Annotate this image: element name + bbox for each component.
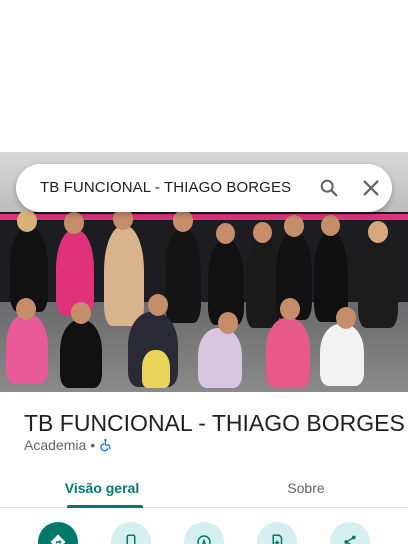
map-blank-area	[0, 0, 408, 152]
tab-overview[interactable]: Visão geral	[0, 468, 204, 508]
place-title: TB FUNCIONAL - THIAGO BORGES	[24, 410, 405, 436]
photo-person	[56, 230, 94, 315]
photo-person-head	[148, 294, 168, 316]
photo-wall-stripe	[0, 214, 408, 220]
photo-person-head	[284, 215, 304, 237]
photo-person-head	[253, 222, 272, 243]
photo-person-head	[218, 312, 238, 334]
photo-person-head	[16, 298, 36, 320]
photo-person	[142, 350, 170, 388]
photo-person	[104, 226, 144, 326]
share-button[interactable]	[330, 522, 370, 544]
search-icon[interactable]	[318, 177, 340, 199]
photo-person	[358, 238, 398, 328]
place-category: Academia	[24, 437, 87, 453]
place-subtitle: Academia •	[24, 437, 113, 453]
close-icon[interactable]	[360, 177, 382, 199]
separator-dot: •	[90, 437, 96, 453]
photo-person-head	[216, 223, 235, 244]
place-tabs: Visão geral Sobre	[0, 468, 408, 508]
share-icon	[344, 535, 356, 544]
phone-icon	[126, 534, 136, 544]
navigation-start-icon	[197, 535, 211, 544]
wheelchair-accessible-icon	[99, 438, 113, 452]
photo-person-head	[368, 221, 388, 243]
photo-person	[320, 324, 364, 386]
photo-person	[60, 320, 102, 388]
photo-person-head	[71, 302, 91, 324]
photo-person-head	[64, 212, 84, 234]
tab-about[interactable]: Sobre	[204, 468, 408, 508]
search-input[interactable]: TB FUNCIONAL - THIAGO BORGES	[40, 179, 291, 196]
photo-person	[198, 328, 242, 388]
photo-person-head	[336, 307, 356, 329]
directions-button[interactable]	[38, 522, 78, 544]
photo-person	[165, 228, 201, 323]
search-bar[interactable]: TB FUNCIONAL - THIAGO BORGES	[16, 164, 392, 212]
directions-icon	[50, 534, 66, 544]
photo-person	[266, 318, 310, 388]
photo-person-head	[321, 215, 340, 236]
photo-person	[6, 314, 48, 384]
photo-person-head	[173, 210, 193, 232]
save-icon	[272, 534, 283, 544]
action-bar	[0, 518, 408, 544]
call-button[interactable]	[111, 522, 151, 544]
save-button[interactable]	[257, 522, 297, 544]
photo-person	[246, 238, 280, 328]
photo-person-head	[280, 298, 300, 320]
photo-person-head	[17, 210, 37, 232]
active-tab-indicator	[67, 505, 143, 508]
start-button[interactable]	[184, 522, 224, 544]
